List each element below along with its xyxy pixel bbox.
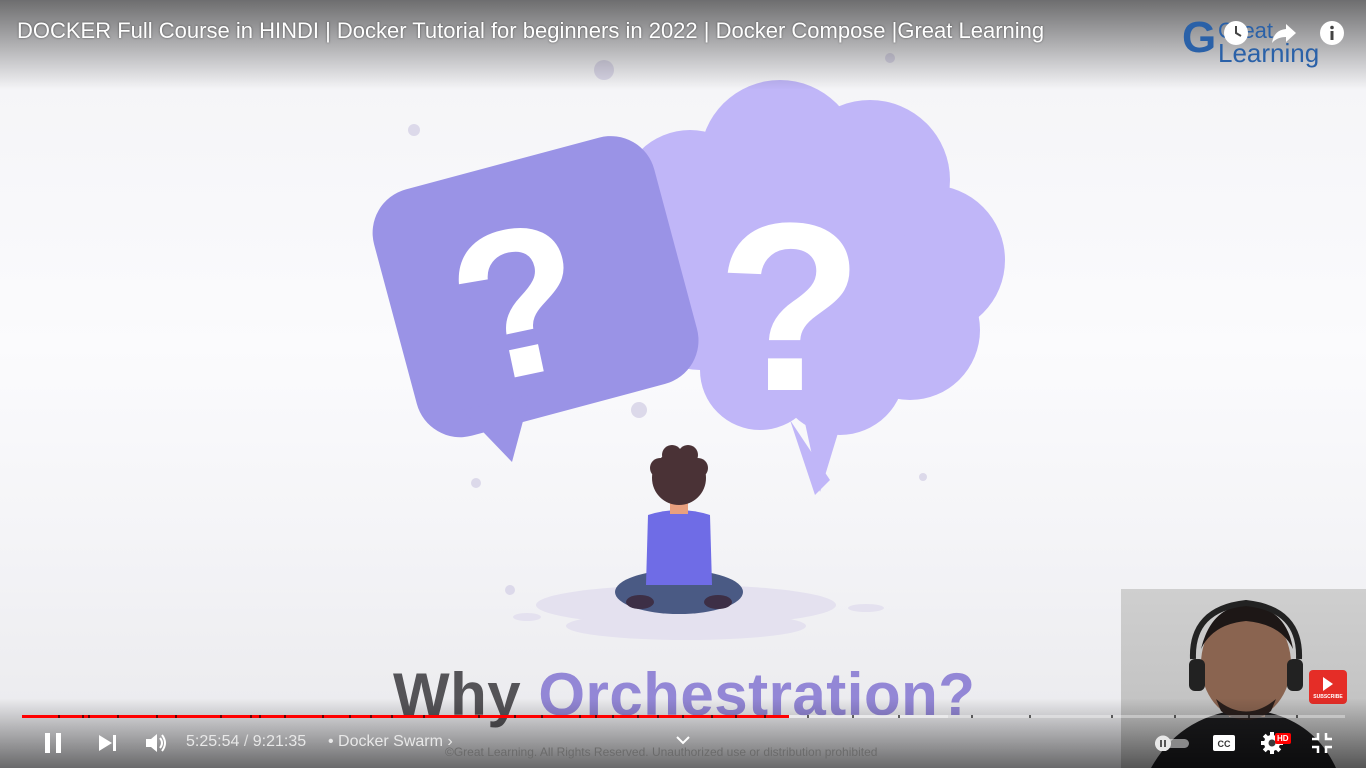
- hd-badge: HD: [1275, 733, 1291, 744]
- chapter-marker: [369, 715, 372, 718]
- chapter-marker: [1110, 715, 1113, 718]
- chapter-marker: [1248, 715, 1251, 718]
- exit-fullscreen-button[interactable]: [1308, 728, 1336, 758]
- svg-text:G: G: [1182, 13, 1216, 62]
- chapter-marker: [478, 715, 481, 718]
- chapter-marker: [578, 715, 581, 718]
- chevron-right-icon: ›: [447, 733, 453, 750]
- chapter-marker: [155, 715, 158, 718]
- chapter-marker: [540, 715, 543, 718]
- skip-next-icon: [99, 735, 116, 751]
- pause-button[interactable]: [38, 728, 68, 758]
- chapter-marker: [970, 715, 973, 718]
- chapter-marker: [637, 715, 640, 718]
- chapter-marker: [657, 715, 660, 718]
- top-gradient: [0, 0, 1366, 90]
- chapter-marker: [348, 715, 351, 718]
- autoplay-toggle[interactable]: [1153, 728, 1191, 758]
- share-arrow-icon: [1272, 24, 1296, 43]
- chapter-marker: [897, 715, 900, 718]
- chapter-marker: [81, 715, 84, 718]
- duration: 9:21:35: [252, 733, 307, 750]
- chapter-marker: [57, 715, 60, 718]
- time-separator: /: [239, 733, 253, 750]
- chapter-marker: [1174, 715, 1177, 718]
- video-player[interactable]: ? ? Why Orchestration? SUBSCRIBE DOCKER …: [0, 0, 1366, 768]
- svg-text:?: ?: [717, 173, 864, 441]
- chapter-marker: [764, 715, 767, 718]
- captions-button[interactable]: CC: [1210, 728, 1238, 758]
- sitting-person: [615, 445, 743, 614]
- chapter-marker: [391, 715, 394, 718]
- chapter-marker: [88, 715, 91, 718]
- chapter-marker: [422, 715, 425, 718]
- play-triangle-icon: [1323, 676, 1333, 691]
- chapter-marker: [851, 715, 854, 718]
- chapter-marker: [514, 715, 517, 718]
- chapter-title-button[interactable]: • Docker Swarm ›: [328, 733, 453, 751]
- autoplay-toggle-icon: [1155, 735, 1189, 751]
- info-button[interactable]: [1315, 16, 1349, 50]
- watch-later-button[interactable]: [1219, 16, 1253, 50]
- chapter-marker: [175, 715, 178, 718]
- chevron-down-button[interactable]: [674, 733, 692, 745]
- svg-text:CC: CC: [1218, 739, 1231, 749]
- chapter-marker: [220, 715, 223, 718]
- progress-played: [22, 715, 789, 718]
- progress-bar[interactable]: [22, 715, 1345, 718]
- share-button[interactable]: [1267, 16, 1301, 50]
- chapter-title: Docker Swarm: [338, 733, 443, 750]
- video-title[interactable]: DOCKER Full Course in HINDI | Docker Tut…: [17, 18, 1044, 44]
- chapter-marker: [711, 715, 714, 718]
- chapter-marker: [283, 715, 286, 718]
- chapter-marker: [117, 715, 120, 718]
- chapter-marker: [1296, 715, 1299, 718]
- volume-icon: [146, 734, 166, 752]
- chapter-marker: [249, 715, 252, 718]
- chapter-marker: [806, 715, 809, 718]
- chapter-prefix: •: [328, 733, 339, 750]
- time-display: 5:25:54 / 9:21:35: [186, 733, 306, 751]
- clock-icon: [1224, 21, 1248, 45]
- chapter-marker: [258, 715, 261, 718]
- chapter-marker: [594, 715, 597, 718]
- chevron-down-icon: [676, 736, 690, 745]
- copyright-notice: ©Great Learning. All Rights Reserved. Un…: [445, 745, 878, 759]
- chapter-marker: [1028, 715, 1031, 718]
- pause-icon: [45, 733, 61, 753]
- volume-button[interactable]: [142, 728, 170, 758]
- info-icon: [1320, 21, 1344, 45]
- chapter-marker: [682, 715, 685, 718]
- captions-icon: CC: [1213, 735, 1235, 751]
- current-time: 5:25:54: [186, 733, 240, 750]
- chapter-marker: [735, 715, 738, 718]
- chapter-marker: [322, 715, 325, 718]
- next-button[interactable]: [94, 728, 122, 758]
- chapter-marker: [612, 715, 615, 718]
- exit-fullscreen-icon: [1312, 733, 1332, 753]
